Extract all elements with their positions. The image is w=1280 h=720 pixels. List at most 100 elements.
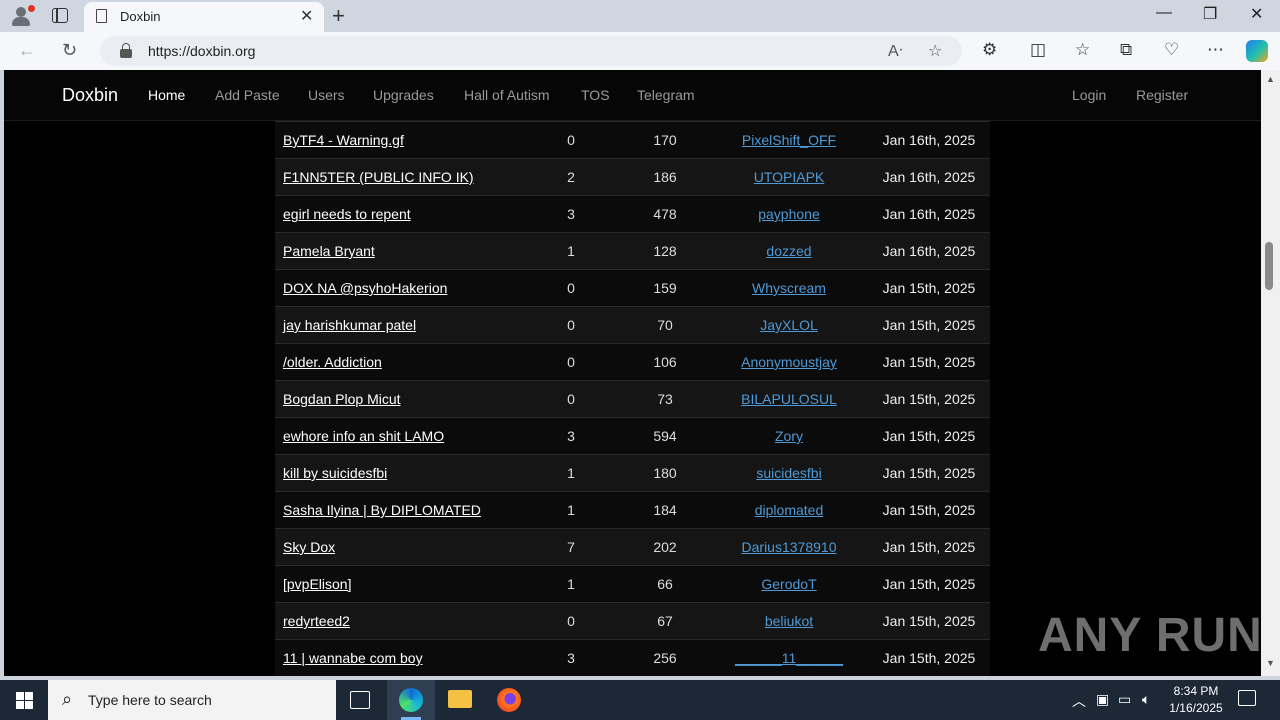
author-link[interactable]: Anonymoustjay xyxy=(719,354,859,370)
profile-icon[interactable] xyxy=(10,5,35,27)
task-view-icon xyxy=(350,691,370,709)
restore-button[interactable]: ❐ xyxy=(1203,4,1217,24)
nav-home[interactable]: Home xyxy=(148,87,185,103)
view-count: 184 xyxy=(653,502,677,518)
new-tab-button[interactable]: + xyxy=(332,3,345,29)
taskbar-search[interactable]: ⌕ Type here to search xyxy=(48,680,336,720)
register-link[interactable]: Register xyxy=(1136,87,1188,103)
firefox-taskbar-button[interactable] xyxy=(485,680,533,720)
volume-icon[interactable]: 🔈︎ xyxy=(1142,691,1150,708)
paste-title-link[interactable]: Bogdan Plop Micut xyxy=(283,391,401,407)
edge-taskbar-button[interactable] xyxy=(387,680,435,720)
author-link[interactable]: dozzed xyxy=(719,243,859,259)
nav-upgrades[interactable]: Upgrades xyxy=(373,87,434,103)
table-row: jay harishkumar patel 0 70 JayXLOL Jan 15th,… xyxy=(275,306,990,343)
author-link[interactable]: GerodoT xyxy=(719,576,859,592)
settings-menu-icon[interactable]: ⋯ xyxy=(1207,40,1224,60)
comment-count: 3 xyxy=(567,206,575,222)
favorite-star-icon[interactable]: ☆ xyxy=(928,41,942,61)
browser-tab[interactable]: Doxbin ✕ xyxy=(84,2,324,32)
created-date: Jan 15th, 2025 xyxy=(882,280,976,296)
nav-tos[interactable]: TOS xyxy=(581,87,610,103)
windows-taskbar: ⌕ Type here to search ︿ ▣ ▭ 🔈︎ 8:34 PM 1… xyxy=(0,680,1280,720)
author-link[interactable]: beliukot xyxy=(719,613,859,629)
collections-icon[interactable]: ⧉ xyxy=(1120,40,1132,60)
meet-now-icon[interactable]: ▣ xyxy=(1096,691,1109,708)
scroll-up-icon[interactable]: ▲ xyxy=(1266,74,1275,84)
view-count: 67 xyxy=(657,613,673,629)
author-link[interactable]: Darius1378910 xyxy=(719,539,859,555)
web-page: Doxbin Home Add Paste Users Upgrades Hal… xyxy=(4,70,1261,676)
paste-title-link[interactable]: [pvpElison] xyxy=(283,576,351,592)
address-bar[interactable]: https://doxbin.org Aᐧ ☆ xyxy=(100,36,962,66)
back-button[interactable]: ← xyxy=(18,40,36,61)
author-link[interactable]: UTOPIAPK xyxy=(719,169,859,185)
view-count: 106 xyxy=(653,354,677,370)
scroll-down-icon[interactable]: ▼ xyxy=(1266,658,1275,668)
paste-title-link[interactable]: Sasha Ilyina | By DIPLOMATED xyxy=(283,502,481,518)
browser-essentials-icon[interactable]: ♡ xyxy=(1164,40,1179,60)
notifications-icon[interactable] xyxy=(1238,690,1256,706)
paste-title-link[interactable]: redyrteed2 xyxy=(283,613,350,629)
paste-title-link[interactable]: F1NN5TER (PUBLIC INFO IK) xyxy=(283,169,474,185)
network-icon[interactable]: ▭ xyxy=(1118,691,1131,708)
author-link[interactable]: payphone xyxy=(719,206,859,222)
paste-title-link[interactable]: /older. Addiction xyxy=(283,354,382,370)
nav-telegram[interactable]: Telegram xyxy=(637,87,695,103)
minimize-button[interactable]: — xyxy=(1156,4,1172,22)
paste-title-link[interactable]: Pamela Bryant xyxy=(283,243,375,259)
table-row: F1NN5TER (PUBLIC INFO IK) 2 186 UTOPIAPK Jan… xyxy=(275,158,990,195)
created-date: Jan 15th, 2025 xyxy=(882,354,976,370)
author-link[interactable]: Zory xyxy=(719,428,859,444)
table-row: ByTF4 - Warning.gf 0 170 PixelShift_OFF Jan … xyxy=(275,121,990,158)
site-brand[interactable]: Doxbin xyxy=(62,85,118,106)
paste-title-link[interactable]: jay harishkumar patel xyxy=(283,317,416,333)
nav-hall-of-autism[interactable]: Hall of Autism xyxy=(464,87,550,103)
extensions-icon[interactable]: ⚙ xyxy=(982,40,997,60)
lock-icon[interactable] xyxy=(120,43,132,58)
tab-actions-icon[interactable] xyxy=(52,8,68,23)
page-scrollbar[interactable]: ▲ ▼ xyxy=(1261,70,1280,676)
author-link[interactable]: diplomated xyxy=(719,502,859,518)
paste-title-link[interactable]: ByTF4 - Warning.gf xyxy=(283,132,404,148)
author-link[interactable]: suicidesfbi xyxy=(719,465,859,481)
windows-start-icon[interactable] xyxy=(16,692,33,709)
author-link[interactable]: JayXLOL xyxy=(719,317,859,333)
created-date: Jan 15th, 2025 xyxy=(882,502,976,518)
login-link[interactable]: Login xyxy=(1072,87,1106,103)
tray-chevron-icon[interactable]: ︿ xyxy=(1072,691,1086,711)
nav-add-paste[interactable]: Add Paste xyxy=(215,87,280,103)
view-count: 202 xyxy=(653,539,677,555)
paste-title-link[interactable]: egirl needs to repent xyxy=(283,206,411,222)
file-explorer-button[interactable] xyxy=(436,680,484,720)
table-row: kill by suicidesfbi 1 180 suicidesfbi Jan 15… xyxy=(275,454,990,491)
author-link[interactable]: ______11______ xyxy=(719,650,859,666)
author-link[interactable]: PixelShift_OFF xyxy=(719,132,859,148)
split-screen-icon[interactable]: ◫ xyxy=(1030,40,1046,60)
system-clock[interactable]: 8:34 PM 1/16/2025 xyxy=(1160,683,1232,717)
page-icon xyxy=(96,9,107,23)
nav-users[interactable]: Users xyxy=(308,87,345,103)
paste-title-link[interactable]: ewhore info an shit LAMO xyxy=(283,428,444,444)
favorites-icon[interactable]: ☆ xyxy=(1075,40,1090,60)
paste-title-link[interactable]: DOX NA @psyhoHakerion xyxy=(283,280,447,296)
author-link[interactable]: Whyscream xyxy=(719,280,859,296)
paste-title-link[interactable]: 11 | wannabe com boy xyxy=(283,650,423,666)
created-date: Jan 16th, 2025 xyxy=(882,206,976,222)
task-view-button[interactable] xyxy=(336,680,384,720)
paste-title-link[interactable]: kill by suicidesfbi xyxy=(283,465,387,481)
author-link[interactable]: BILAPULOSUL xyxy=(719,391,859,407)
paste-table: ByTF4 - Warning.gf 0 170 PixelShift_OFF Jan … xyxy=(275,121,990,676)
read-aloud-icon[interactable]: Aᐧ xyxy=(888,41,903,61)
refresh-button[interactable]: ↻ xyxy=(62,40,77,61)
scroll-thumb[interactable] xyxy=(1265,242,1273,290)
paste-title-link[interactable]: Sky Dox xyxy=(283,539,335,555)
close-window-button[interactable]: ✕ xyxy=(1250,4,1263,24)
table-row: DOX NA @psyhoHakerion 0 159 Whyscream Jan 15… xyxy=(275,269,990,306)
view-count: 256 xyxy=(653,650,677,666)
created-date: Jan 16th, 2025 xyxy=(882,169,976,185)
comment-count: 1 xyxy=(567,502,575,518)
close-tab-icon[interactable]: ✕ xyxy=(300,6,313,26)
copilot-icon[interactable] xyxy=(1246,40,1268,62)
comment-count: 0 xyxy=(567,391,575,407)
